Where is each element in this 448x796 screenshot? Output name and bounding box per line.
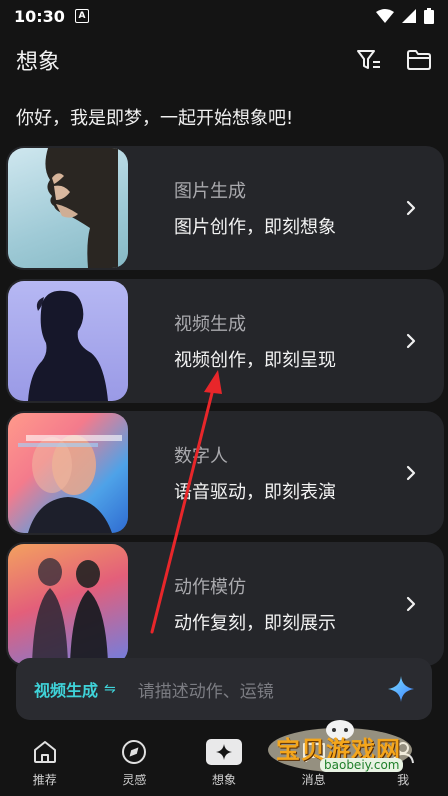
compass-icon [122,739,147,764]
wifi-icon [376,9,394,23]
card-title: 动作模仿 [174,577,246,598]
image-generation-thumbnail [8,148,128,268]
page-title: 想象 [16,50,61,75]
watermark-logo: 宝贝游戏网 baobeiy.com [262,716,422,776]
home-icon [33,740,56,763]
card-digital-human[interactable]: 数字人 语音驱动，即刻表演 [6,411,444,535]
card-title: 视频生成 [174,314,246,335]
imagine-icon [205,738,242,765]
notification-icon: A [74,9,89,23]
video-generation-thumbnail [8,281,128,401]
card-video-generation[interactable]: 视频生成 视频创作，即刻呈现 [6,279,444,403]
folder-icon[interactable] [406,49,432,71]
swap-icon[interactable]: ⇋ [104,681,116,697]
battery-icon [424,8,434,24]
motion-imitation-thumbnail [8,544,128,664]
greeting-text: 你好，我是即梦，一起开始想象吧! [16,108,294,129]
watermark-url: baobeiy.com [320,758,404,772]
chevron-right-icon [406,596,416,612]
tab-label: 灵感 [122,772,147,787]
card-title: 图片生成 [174,181,246,202]
card-motion-imitation[interactable]: 动作模仿 动作复刻，即刻展示 [6,542,444,666]
tab-imagine[interactable]: 想象 [179,730,269,796]
card-image-generation[interactable]: 图片生成 图片创作，即刻想象 [6,146,444,270]
status-icons [376,8,434,24]
tab-label: 推荐 [32,772,57,787]
digital-human-thumbnail [8,413,128,533]
app-header: 想象 [0,40,448,80]
mode-selector[interactable]: 视频生成 [34,677,98,701]
card-subtitle: 图片创作，即刻想象 [174,217,336,238]
filter-icon[interactable] [356,48,382,72]
chevron-right-icon [406,200,416,216]
tab-label: 想象 [211,772,236,787]
chevron-right-icon [406,333,416,349]
sparkle-icon[interactable] [388,676,414,702]
card-subtitle: 视频创作，即刻呈现 [174,350,336,371]
card-subtitle: 语音驱动，即刻表演 [174,482,336,503]
chevron-right-icon [406,465,416,481]
card-subtitle: 动作复刻，即刻展示 [174,613,336,634]
card-title: 数字人 [174,446,228,467]
status-time: 10:30 [14,6,65,26]
prompt-input[interactable]: 请描述动作、运镜 [138,677,274,702]
prompt-input-bar[interactable]: 视频生成 ⇋ 请描述动作、运镜 [16,658,432,720]
tab-recommend[interactable]: 推荐 [0,730,90,796]
tab-inspiration[interactable]: 灵感 [90,730,180,796]
status-bar: 10:30 A [0,0,448,32]
signal-icon [402,9,416,23]
